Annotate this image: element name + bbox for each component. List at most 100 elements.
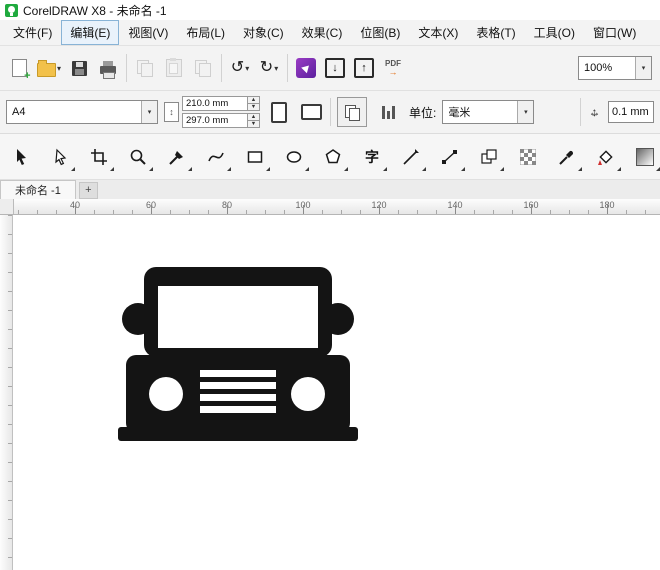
menu-item-window[interactable]: 窗口(W) [584, 20, 645, 45]
spin-up-icon[interactable]: ▲ [248, 113, 260, 121]
paper-size-value: A4 [7, 101, 141, 123]
spin-down-icon[interactable]: ▼ [248, 104, 260, 111]
paste-icon [195, 60, 211, 76]
menu-item-bitmaps[interactable]: 位图(B) [351, 20, 409, 45]
page-height-value[interactable]: 297.0 mm [182, 113, 248, 128]
line-tool-button[interactable] [394, 141, 428, 173]
eyedropper-tool-button[interactable] [550, 141, 584, 173]
document-tab[interactable]: 未命名 -1 [0, 180, 76, 199]
fill-tool-button[interactable] [589, 141, 623, 173]
spin-up-icon[interactable]: ▲ [248, 96, 260, 104]
paint-bucket-icon [597, 148, 615, 166]
undo-arrow-icon: ↺ [231, 60, 244, 76]
new-document-icon: + [12, 59, 27, 77]
menu-item-effects[interactable]: 效果(C) [293, 20, 352, 45]
chevron-down-icon[interactable]: ▾ [517, 101, 533, 123]
ruler-tick-label: 160 [523, 200, 538, 210]
rectangle-tool-button[interactable] [238, 141, 272, 173]
connector-tool-button[interactable] [433, 141, 467, 173]
redo-arrow-icon: ↻ [260, 60, 273, 76]
portrait-button[interactable] [266, 97, 292, 127]
transparency-tool-button[interactable] [511, 141, 545, 173]
polygon-icon [324, 148, 342, 166]
ruler-tick-label: 40 [70, 200, 80, 210]
open-folder-icon [37, 63, 56, 77]
connector-icon [441, 148, 459, 166]
spin-down-icon[interactable]: ▼ [248, 121, 260, 128]
shape-tool-button[interactable] [43, 141, 77, 173]
units-combobox[interactable]: 毫米 ▾ [442, 100, 534, 124]
page-bars-icon [382, 105, 395, 119]
gradient-fill-icon [636, 148, 654, 166]
undo-button[interactable]: ↺ ▾ [229, 53, 251, 83]
page-dimensions-group: ↕ 210.0 mm ▲ ▼ 297.0 mm ▲ ▼ [164, 96, 260, 128]
ruler-tick-label: 80 [222, 200, 232, 210]
chevron-down-icon[interactable]: ▾ [245, 64, 249, 73]
paste-button[interactable] [192, 53, 214, 83]
menu-item-table[interactable]: 表格(T) [467, 20, 524, 45]
truck-clipart[interactable] [118, 267, 358, 443]
coreldraw-window: CorelDRAW X8 - 未命名 -1 文件(F) 编辑(E) 视图(V) … [0, 0, 660, 570]
application-launcher-button[interactable] [295, 53, 317, 83]
menu-item-view[interactable]: 视图(V) [119, 20, 177, 45]
current-page-toggle-button[interactable] [373, 97, 403, 127]
vertical-ruler[interactable] [0, 215, 13, 570]
chevron-down-icon[interactable]: ▾ [274, 64, 278, 73]
landscape-page-icon [301, 104, 322, 120]
redo-button[interactable]: ↻ ▾ [258, 53, 280, 83]
drawing-canvas[interactable] [0, 215, 660, 570]
nudge-distance-input[interactable]: 0.1 mm [608, 101, 654, 123]
ellipse-tool-button[interactable] [277, 141, 311, 173]
horizontal-ruler[interactable]: 40 60 80 100 120 140 160 180 [0, 199, 660, 215]
chevron-down-icon: ▾ [57, 64, 61, 73]
export-arrow-icon: ↑ [354, 58, 374, 78]
cut-button[interactable] [134, 53, 156, 83]
print-button[interactable] [97, 53, 119, 83]
window-title: CorelDRAW X8 - 未命名 -1 [23, 2, 167, 19]
property-bar: A4 ▾ ↕ 210.0 mm ▲ ▼ 297.0 mm ▲ ▼ [0, 91, 660, 134]
menu-item-layout[interactable]: 布局(L) [177, 20, 234, 45]
new-tab-button[interactable]: + [79, 182, 98, 199]
cut-icon [137, 60, 153, 76]
zoom-level-combobox[interactable]: 100% ▾ [578, 56, 652, 80]
new-document-button[interactable]: + [8, 53, 30, 83]
freehand-tool-button[interactable] [160, 141, 194, 173]
open-button[interactable]: ▾ [37, 53, 61, 83]
ellipse-icon [285, 148, 303, 166]
publish-pdf-button[interactable]: PDF → [382, 53, 404, 83]
export-button[interactable]: ↑ [353, 53, 375, 83]
save-button[interactable] [68, 53, 90, 83]
portrait-page-icon [271, 102, 287, 123]
blend-tool-button[interactable] [472, 141, 506, 173]
ruler-tick-label: 180 [599, 200, 614, 210]
text-tool-glyph: 字 [365, 147, 379, 167]
import-arrow-icon: ↓ [325, 58, 345, 78]
landscape-button[interactable] [298, 97, 324, 127]
menu-item-edit[interactable]: 编辑(E) [61, 20, 119, 45]
pick-tool-button[interactable] [4, 141, 38, 173]
import-button[interactable]: ↓ [324, 53, 346, 83]
curve-tool-button[interactable] [199, 141, 233, 173]
pdf-icon: PDF → [385, 60, 401, 76]
copy-button[interactable] [163, 53, 185, 83]
ruler-tick-label: 100 [295, 200, 310, 210]
page-height-spinner[interactable]: 297.0 mm ▲ ▼ [182, 113, 260, 128]
menu-item-object[interactable]: 对象(C) [234, 20, 293, 45]
chevron-down-icon[interactable]: ▾ [141, 101, 157, 123]
all-pages-toggle-button[interactable] [337, 97, 367, 127]
crop-tool-button[interactable] [82, 141, 116, 173]
menu-item-file[interactable]: 文件(F) [4, 20, 61, 45]
separator [221, 54, 222, 82]
document-tab-bar: 未命名 -1 + [0, 180, 660, 199]
text-tool-button[interactable]: 字 [355, 141, 389, 173]
page-width-value[interactable]: 210.0 mm [182, 96, 248, 111]
paper-size-combobox[interactable]: A4 ▾ [6, 100, 158, 124]
pen-nib-icon [168, 148, 186, 166]
zoom-tool-button[interactable] [121, 141, 155, 173]
polygon-tool-button[interactable] [316, 141, 350, 173]
page-width-spinner[interactable]: 210.0 mm ▲ ▼ [182, 96, 260, 111]
menu-item-tools[interactable]: 工具(O) [525, 20, 584, 45]
menu-item-text[interactable]: 文本(X) [409, 20, 467, 45]
chevron-down-icon[interactable]: ▾ [635, 57, 651, 79]
interactive-fill-tool-button[interactable] [628, 141, 660, 173]
